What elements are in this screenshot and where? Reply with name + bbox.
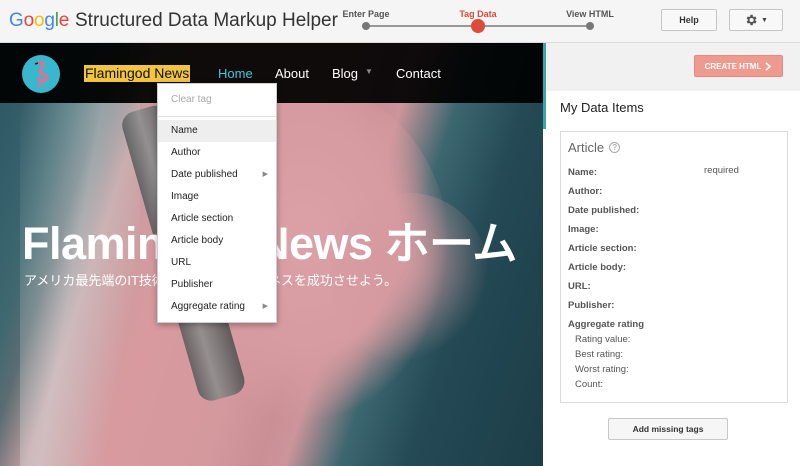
- chevron-right-icon: ▶: [262, 171, 268, 178]
- step-tag-data-dot[interactable]: [471, 19, 485, 33]
- article-heading: Article ?: [568, 140, 621, 155]
- tag-dropdown-menu: Clear tag Name Author Date published ▶ Im…: [157, 83, 277, 323]
- required-note: required: [704, 165, 739, 176]
- menu-clear-tag[interactable]: Clear tag: [171, 94, 212, 105]
- add-missing-tags-button[interactable]: Add missing tags: [608, 418, 728, 440]
- article-data-box: Article ? required Name: Author: Date pu…: [560, 131, 788, 403]
- step-enter-page-dot[interactable]: [362, 22, 370, 30]
- chevron-right-icon: [765, 61, 772, 71]
- menu-item-article-section[interactable]: Article section: [158, 208, 276, 230]
- menu-item-name[interactable]: Name: [158, 120, 276, 142]
- nav-home[interactable]: Home: [218, 66, 253, 81]
- help-question-icon[interactable]: ?: [609, 142, 621, 153]
- app-title: Structured Data Markup Helper: [75, 10, 338, 31]
- top-bar: Google Structured Data Markup Helper Ent…: [0, 0, 800, 43]
- chevron-down-icon: ▼: [761, 16, 768, 24]
- field-url: URL:: [568, 281, 591, 292]
- google-logo: Google: [9, 10, 70, 31]
- nav-blog[interactable]: Blog: [332, 66, 358, 81]
- field-author: Author:: [568, 186, 603, 197]
- menu-item-date-published[interactable]: Date published ▶: [158, 164, 276, 186]
- step-enter-page[interactable]: Enter Page: [342, 9, 389, 19]
- field-aggregate-rating: Aggregate rating: [568, 319, 645, 330]
- chevron-down-icon: ▼: [365, 67, 373, 76]
- nav-about[interactable]: About: [275, 66, 309, 81]
- field-best-rating: Best rating:: [575, 349, 624, 360]
- flamingo-logo-icon[interactable]: [22, 55, 60, 93]
- field-publisher: Publisher:: [568, 300, 615, 311]
- data-items-panel: CREATE HTML My Data Items Article ? requ…: [543, 43, 800, 466]
- panel-title: My Data Items: [560, 100, 644, 115]
- field-name: Name:: [568, 167, 598, 178]
- field-date-published: Date published:: [568, 205, 640, 216]
- menu-item-article-body[interactable]: Article body: [158, 230, 276, 252]
- settings-button[interactable]: ▼: [729, 9, 783, 31]
- field-count: Count:: [575, 379, 603, 390]
- step-tag-data[interactable]: Tag Data: [459, 9, 496, 19]
- field-image: Image:: [568, 224, 599, 235]
- chevron-right-icon: ▶: [262, 303, 268, 310]
- field-article-body: Article body:: [568, 262, 627, 273]
- nav-contact[interactable]: Contact: [396, 66, 441, 81]
- menu-item-author[interactable]: Author: [158, 142, 276, 164]
- menu-item-url[interactable]: URL: [158, 252, 276, 274]
- site-name[interactable]: Flamingod News: [84, 65, 191, 82]
- menu-item-aggregate-rating[interactable]: Aggregate rating ▶: [158, 296, 276, 318]
- menu-item-image[interactable]: Image: [158, 186, 276, 208]
- help-button[interactable]: Help: [661, 9, 717, 31]
- flamingo-icon: [34, 60, 49, 88]
- menu-divider: [158, 116, 276, 117]
- step-view-html[interactable]: View HTML: [566, 9, 614, 19]
- menu-item-publisher[interactable]: Publisher: [158, 274, 276, 296]
- step-view-html-dot[interactable]: [586, 22, 594, 30]
- gear-icon: [746, 14, 757, 26]
- field-worst-rating: Worst rating:: [575, 364, 629, 375]
- progress-stepper: Enter Page Tag Data View HTML: [342, 0, 614, 43]
- create-html-button[interactable]: CREATE HTML: [694, 55, 783, 77]
- field-article-section: Article section:: [568, 243, 637, 254]
- field-rating-value: Rating value:: [575, 334, 631, 345]
- panel-accent-bar: [543, 43, 546, 129]
